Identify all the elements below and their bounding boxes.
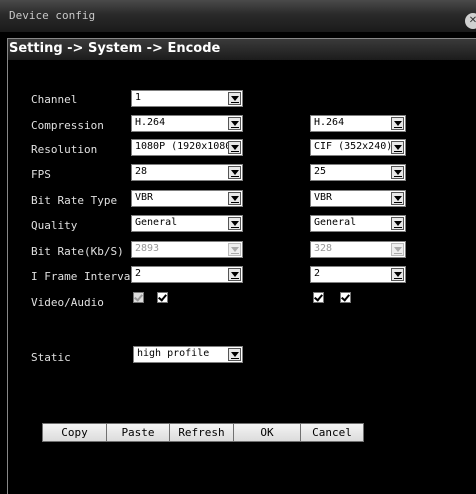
extra-video-checkbox[interactable] — [313, 292, 324, 303]
chevron-down-icon — [228, 92, 241, 105]
close-icon[interactable]: ✕ — [465, 13, 476, 29]
chevron-down-icon — [228, 192, 241, 205]
main-bitrate-value: 2893 — [135, 243, 160, 254]
chevron-down-icon — [228, 268, 241, 281]
chevron-down-icon — [228, 243, 241, 256]
extra-fps-select[interactable]: 25 — [310, 164, 406, 181]
title-bar: Device config — [0, 0, 476, 32]
extra-audio-checkbox[interactable] — [340, 292, 351, 303]
iframe-interval-label: I Frame Interval — [31, 270, 137, 283]
resolution-label: Resolution — [31, 143, 98, 156]
main-quality-select[interactable]: General — [131, 215, 243, 232]
main-quality-value: General — [135, 217, 178, 228]
chevron-down-icon — [391, 243, 404, 256]
bitrate-label: Bit Rate(Kb/S) — [31, 245, 124, 258]
extra-iframe-value: 2 — [314, 268, 321, 279]
main-fps-select[interactable]: 28 — [131, 164, 243, 181]
extra-compression-select[interactable]: H.264 — [310, 115, 406, 132]
channel-select[interactable]: 1 — [131, 90, 243, 107]
copy-button[interactable]: Copy — [42, 423, 107, 442]
chevron-down-icon — [391, 268, 404, 281]
main-fps-value: 28 — [135, 166, 148, 177]
main-video-checkbox — [133, 292, 144, 303]
ok-button[interactable]: OK — [233, 423, 301, 442]
bitrate-type-label: Bit Rate Type — [31, 194, 118, 207]
static-profile-select[interactable]: high profile — [133, 346, 243, 363]
extra-bitrate-value: 328 — [314, 243, 333, 254]
chevron-down-icon — [228, 117, 241, 130]
channel-label: Channel — [31, 93, 78, 106]
chevron-down-icon — [391, 166, 404, 179]
main-bitrate-select: 2893 — [131, 241, 243, 258]
chevron-down-icon — [228, 217, 241, 230]
chevron-down-icon — [228, 141, 241, 154]
main-resolution-select[interactable]: 1080P (1920x1080) — [131, 139, 243, 156]
chevron-down-icon — [391, 217, 404, 230]
static-profile-value: high profile — [137, 348, 210, 359]
chevron-down-icon — [228, 166, 241, 179]
window-title: Device config — [9, 9, 96, 22]
extra-bitrate-type-value: VBR — [314, 192, 333, 203]
extra-resolution-value: CIF (352x240) — [314, 141, 392, 152]
extra-iframe-select[interactable]: 2 — [310, 266, 406, 283]
main-audio-checkbox[interactable] — [157, 292, 168, 303]
video-audio-label: Video/Audio — [31, 296, 104, 309]
chevron-down-icon — [391, 192, 404, 205]
main-compression-select[interactable]: H.264 — [131, 115, 243, 132]
extra-fps-value: 25 — [314, 166, 327, 177]
paste-button[interactable]: Paste — [106, 423, 170, 442]
main-bitrate-type-select[interactable]: VBR — [131, 190, 243, 207]
refresh-button[interactable]: Refresh — [169, 423, 234, 442]
extra-resolution-select[interactable]: CIF (352x240) — [310, 139, 406, 156]
extra-quality-value: General — [314, 217, 357, 228]
static-label: Static — [31, 351, 71, 364]
chevron-down-icon — [391, 117, 404, 130]
breadcrumb: Setting -> System -> Encode — [9, 41, 221, 56]
extra-bitrate-type-select[interactable]: VBR — [310, 190, 406, 207]
main-compression-value: H.264 — [135, 117, 166, 128]
chevron-down-icon — [228, 348, 241, 361]
cancel-button[interactable]: Cancel — [300, 423, 364, 442]
main-iframe-value: 2 — [135, 268, 142, 279]
fps-label: FPS — [31, 168, 51, 181]
quality-label: Quality — [31, 219, 78, 232]
compression-label: Compression — [31, 119, 104, 132]
chevron-down-icon — [391, 141, 404, 154]
channel-value: 1 — [135, 92, 142, 103]
main-iframe-select[interactable]: 2 — [131, 266, 243, 283]
extra-quality-select[interactable]: General — [310, 215, 406, 232]
extra-compression-value: H.264 — [314, 117, 345, 128]
main-bitrate-type-value: VBR — [135, 192, 154, 203]
main-resolution-value: 1080P (1920x1080) — [135, 141, 229, 152]
extra-bitrate-select: 328 — [310, 241, 406, 258]
